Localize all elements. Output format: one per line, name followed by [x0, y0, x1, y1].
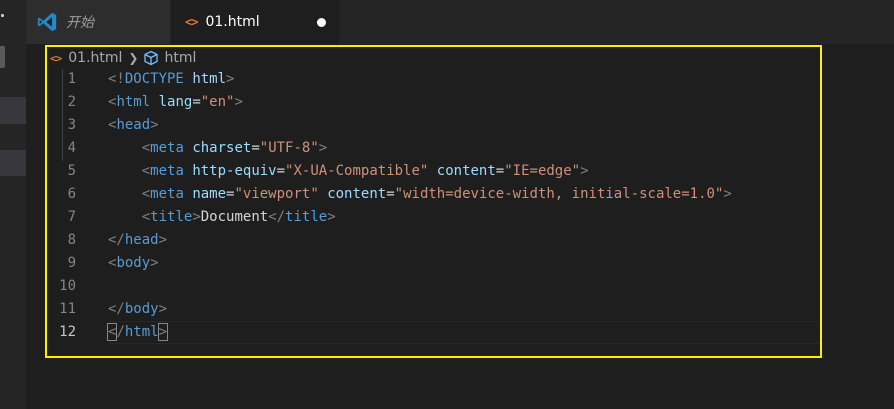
code-line: 9 <body>	[47, 252, 820, 275]
code-text: <title>Document</title>	[141, 209, 336, 225]
indent-guide	[62, 69, 63, 161]
code-line: 10	[47, 275, 820, 298]
code-line: 1 <!DOCTYPE html>	[47, 68, 820, 91]
tab-bar: 开始 <> 01.html	[26, 0, 894, 44]
code-line-current: 12 </html>	[47, 321, 820, 344]
sidebar-item-a[interactable]	[0, 97, 26, 124]
code-line: 4 <meta charset="UTF-8">	[47, 137, 820, 160]
line-number: 9	[67, 255, 76, 271]
activity-bar	[0, 0, 26, 409]
line-number: 10	[59, 278, 76, 294]
code-line: 11 </body>	[47, 298, 820, 321]
line-number: 7	[67, 209, 76, 225]
tab-start-label: 开始	[66, 15, 94, 31]
unsaved-dot-icon[interactable]	[317, 18, 326, 27]
html-code-icon: <>	[185, 15, 198, 29]
sidebar-handle[interactable]	[0, 46, 5, 68]
breadcrumb: <> 01.html ❯ html	[50, 47, 196, 69]
sidebar-item-b[interactable]	[0, 150, 26, 176]
vscode-logo-icon	[37, 12, 57, 32]
line-number: 6	[67, 186, 76, 202]
code-text: <meta name="viewport" content="width=dev…	[141, 186, 732, 202]
cube-symbol-icon	[144, 50, 159, 66]
code-text: <!DOCTYPE html>	[108, 71, 235, 87]
code-line: 2 <html lang="en">	[47, 91, 820, 114]
line-number: 12	[59, 324, 76, 340]
code-line: 3 <head>	[47, 114, 820, 137]
tab-01-html[interactable]: <> 01.html	[171, 0, 339, 44]
code-text: </html>	[106, 323, 169, 341]
code-line: 6 <meta name="viewport" content="width=d…	[47, 183, 820, 206]
code-line: 7 <title>Document</title>	[47, 206, 820, 229]
code-text: </body>	[108, 301, 168, 317]
tab-start[interactable]: 开始	[26, 0, 170, 44]
code-line: 5 <meta http-equiv="X-UA-Compatible" con…	[47, 160, 820, 183]
html-code-icon: <>	[50, 51, 62, 65]
code-text: <meta http-equiv="X-UA-Compatible" conte…	[141, 163, 589, 179]
code-line: 8 </head>	[47, 229, 820, 252]
tab-file-label: 01.html	[205, 14, 260, 30]
line-number: 11	[59, 301, 76, 317]
code-text: <head>	[108, 117, 159, 133]
code-text: <meta charset="UTF-8">	[141, 140, 328, 156]
line-number: 5	[67, 163, 76, 179]
code-text: </head>	[108, 232, 168, 248]
chevron-right-icon: ❯	[128, 51, 139, 65]
line-number: 8	[67, 232, 76, 248]
more-dot-icon[interactable]	[1, 14, 4, 17]
code-text: <html lang="en">	[108, 94, 243, 110]
code-text: <body>	[108, 255, 159, 271]
breadcrumb-symbol[interactable]: html	[164, 50, 196, 66]
code-editor[interactable]: 1 <!DOCTYPE html> 2 <html lang="en"> 3 <hea…	[47, 68, 820, 354]
breadcrumb-file[interactable]: 01.html	[68, 50, 122, 66]
